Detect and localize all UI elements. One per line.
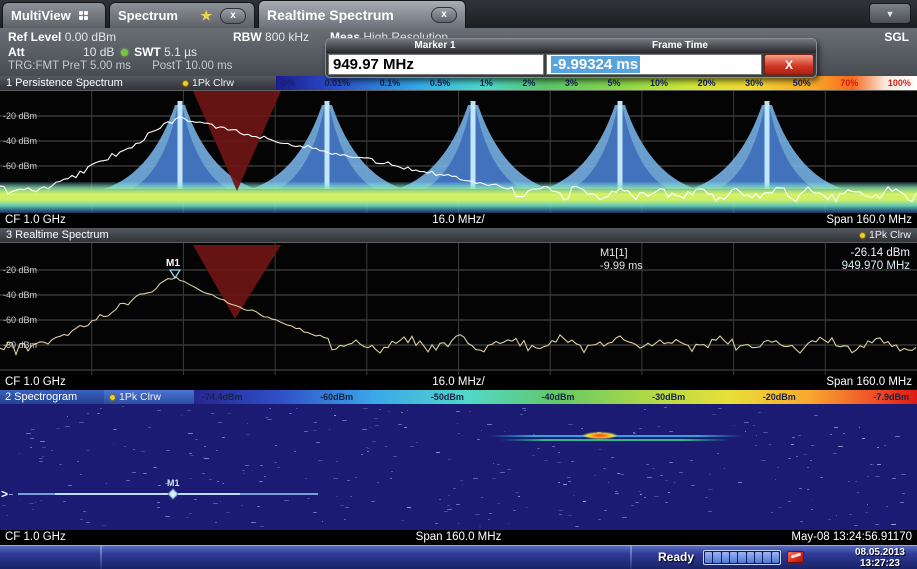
persistence-graph[interactable]: -20 dBm -40 dBm -60 dBm <box>0 90 917 214</box>
frame-timestamp: May-08 13:24:56.91170 <box>791 531 912 543</box>
span-value[interactable]: Span 160.0 MHz <box>826 214 912 226</box>
y-axis-label: -20 dBm <box>3 111 38 121</box>
spectrogram-footer: CF 1.0 GHz Span 160.0 MHz May-08 13:24:5… <box>0 530 917 545</box>
realtime-trace-label: 1Pk Clrw <box>858 229 917 241</box>
trace-color-dot-icon <box>182 79 189 87</box>
trace-color-dot-icon <box>858 231 866 239</box>
att-led-icon <box>120 49 128 56</box>
marker-readout-freq: 949.970 MHz <box>841 260 910 272</box>
status-time: 13:27:23 <box>859 558 900 569</box>
rbw-label: RBW <box>233 30 262 44</box>
swt-value[interactable]: 5.1 µs <box>164 45 197 59</box>
statusbar-divider <box>630 546 632 569</box>
y-axis-label: -60 dBm <box>3 161 38 171</box>
marker-m1-icon <box>168 269 182 280</box>
spectrogram-event-line <box>500 439 730 441</box>
spectrogram-marker-line-core <box>55 493 240 495</box>
tab-spectrum-label: Spectrum <box>118 8 178 23</box>
att-label: Att <box>8 45 25 59</box>
status-ready-label: Ready <box>658 550 695 564</box>
y-axis-label: -40 dBm <box>3 290 38 300</box>
per-div-value: 16.0 MHz/ <box>432 376 485 388</box>
frame-time-input[interactable]: -9.99324 ms <box>546 54 762 75</box>
realtime-footer: CF 1.0 GHz 16.0 MHz/ Span 160.0 MHz <box>0 375 917 390</box>
persistence-header[interactable]: 1 Persistence Spectrum 1Pk Clrw 0% 0.01% … <box>0 76 917 90</box>
realtime-graph[interactable]: -20 dBm -40 dBm -60 dBm -80 dBm M1 <box>0 242 917 376</box>
status-bar: Ready 08.05.2013 13:27:23 <box>0 545 917 569</box>
chevron-down-icon: ▼ <box>885 8 895 19</box>
spectrogram-area[interactable]: M1 > <box>0 404 917 530</box>
tab-multiview-label: MultiView <box>11 8 71 23</box>
tab-multiview[interactable]: MultiView <box>2 2 106 28</box>
tab-realtime-close-icon[interactable]: x <box>431 6 457 23</box>
y-axis-label: -80 dBm <box>3 340 38 350</box>
marker1-freq-value: 949.97 MHz <box>333 56 414 73</box>
trigger-value[interactable]: TRG:FMT PreT 5.00 ms <box>8 60 131 72</box>
marker-readout-level: -26.14 dBm <box>850 247 910 259</box>
ref-level-value[interactable]: 0.00 dBm <box>65 30 116 44</box>
persistence-trace-label: 1Pk Clrw <box>182 77 276 89</box>
ref-level-label: Ref Level <box>8 30 62 44</box>
spectrogram-color-scale: -74.4dBm -60dBm -50dBm -40dBm -30dBm -20dBm… <box>194 390 917 404</box>
statusbar-divider <box>100 546 102 569</box>
analyzer-screen: MultiView Spectrum ★ x Realtime Spectrum… <box>0 0 917 569</box>
persistence-footer: CF 1.0 GHz 16.0 MHz/ Span 160.0 MHz <box>0 213 917 228</box>
persistence-color-scale: 0% 0.01% 0.1% 0.5% 1% 2% 3% 5% 10% 20% 30% 50%… <box>276 76 917 90</box>
tab-bar: MultiView Spectrum ★ x Realtime Spectrum… <box>0 0 917 28</box>
spectrogram-trace-label: 1Pk Clrw <box>109 391 161 403</box>
status-date: 08.05.2013 <box>854 547 905 558</box>
trace-color-dot-icon <box>109 393 116 401</box>
marker-dialog-header[interactable]: Marker 1 Frame Time <box>326 39 816 53</box>
per-div-value: 16.0 MHz/ <box>432 214 485 226</box>
swt-label: SWT <box>134 45 161 59</box>
frame-time-value: -9.99324 ms <box>551 56 641 73</box>
spectrogram-hotspot <box>582 432 618 439</box>
marker-dialog: Marker 1 Frame Time 949.97 MHz -9.99324 … <box>325 38 817 78</box>
current-frame-arrow-icon: > <box>1 487 9 501</box>
tab-spectrum-close-icon[interactable]: x <box>220 7 246 24</box>
tab-spectrum[interactable]: Spectrum ★ x <box>109 2 255 28</box>
status-datetime: 08.05.2013 13:27:23 <box>855 547 905 569</box>
star-icon: ★ <box>200 7 212 23</box>
y-axis-label: -40 dBm <box>3 136 38 146</box>
span-value: Span 160.0 MHz <box>415 531 502 543</box>
y-axis-label: -20 dBm <box>3 265 38 275</box>
realtime-header[interactable]: 3 Realtime Spectrum 1Pk Clrw <box>0 228 917 242</box>
persistence-plot <box>0 91 917 214</box>
marker1-freq-input[interactable]: 949.97 MHz <box>328 54 544 75</box>
close-icon: X <box>784 57 793 72</box>
marker1-title: Marker 1 <box>414 40 456 51</box>
marker-readout-id: M1[1] <box>600 247 628 259</box>
span-value[interactable]: Span 160.0 MHz <box>826 376 912 388</box>
spectrogram-header[interactable]: 2 Spectrogram 1Pk Clrw -74.4dBm -60dBm -5… <box>0 390 917 404</box>
sweep-progress-bar <box>703 550 781 565</box>
att-value[interactable]: 10 dB <box>83 45 114 59</box>
multiview-grid-icon <box>78 11 88 20</box>
trigger-mask-triangle <box>193 245 281 319</box>
single-sweep-badge: SGL <box>884 30 909 44</box>
realtime-plot: M1 <box>0 243 917 376</box>
marker-m1-label: M1 <box>167 478 180 488</box>
frame-time-title: Frame Time <box>652 40 708 51</box>
persistence-title: 1 Persistence Spectrum <box>6 77 123 89</box>
marker-readout-time: -9.99 ms <box>600 260 643 272</box>
dialog-close-button[interactable]: X <box>764 54 814 75</box>
status-alert-icon[interactable] <box>787 551 804 563</box>
tab-realtime-spectrum-label: Realtime Spectrum <box>267 6 394 23</box>
trigger-post-value[interactable]: PostT 10.00 ms <box>152 60 232 72</box>
rbw-value[interactable]: 800 kHz <box>265 30 309 44</box>
tab-overflow-button[interactable]: ▼ <box>869 3 911 24</box>
marker-m1-label: M1 <box>166 258 180 269</box>
marker-m1-icon[interactable] <box>167 487 179 500</box>
spectrogram-title: 2 Spectrogram <box>5 391 78 403</box>
realtime-title: 3 Realtime Spectrum <box>6 229 109 241</box>
tab-realtime-spectrum[interactable]: Realtime Spectrum x <box>258 0 466 28</box>
y-axis-label: -60 dBm <box>3 315 38 325</box>
